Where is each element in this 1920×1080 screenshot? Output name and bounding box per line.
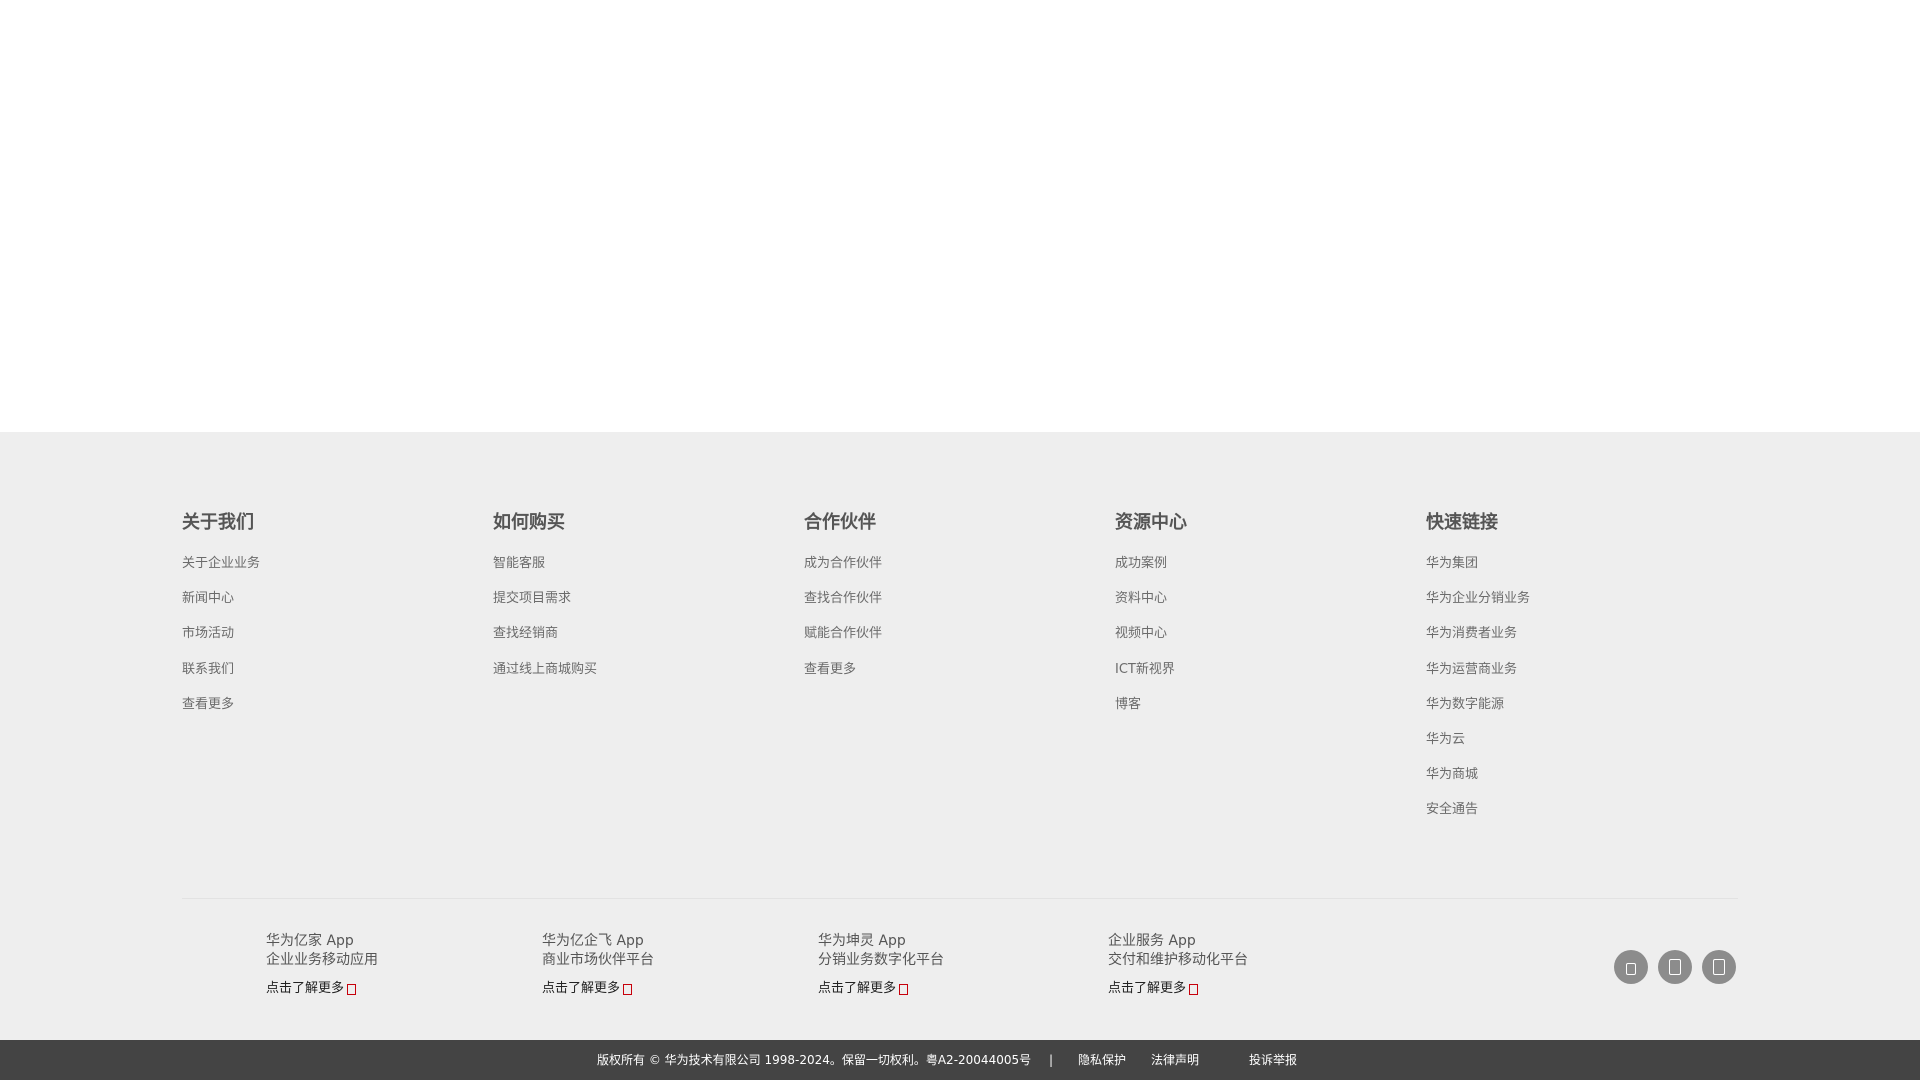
footer-link[interactable]: 博客 bbox=[1115, 695, 1415, 730]
separator: | bbox=[1049, 1053, 1054, 1067]
app-description: 商业市场伙伴平台 bbox=[542, 952, 654, 968]
mobile-icon[interactable] bbox=[1702, 950, 1736, 984]
learn-more-link[interactable]: 点击了解更多 bbox=[1108, 980, 1199, 998]
footer-link[interactable]: 华为企业分销业务 bbox=[1426, 589, 1726, 624]
footer-link[interactable]: 查看更多 bbox=[804, 660, 1104, 695]
footer-link[interactable]: 关于企业业务 bbox=[182, 554, 482, 589]
footer-link[interactable]: 安全通告 bbox=[1426, 800, 1726, 835]
learn-more-label: 点击了解更多 bbox=[1108, 981, 1187, 996]
footer-link[interactable]: 赋能合作伙伴 bbox=[804, 624, 1104, 659]
footer-column-resources: 资源中心 成功案例 资料中心 视频中心 ICT新视界 博客 bbox=[1115, 510, 1415, 730]
weibo-icon[interactable] bbox=[1658, 950, 1692, 984]
footer-link[interactable]: 华为云 bbox=[1426, 730, 1726, 765]
app-description: 分销业务数字化平台 bbox=[818, 952, 944, 968]
learn-more-link[interactable]: 点击了解更多 bbox=[266, 980, 357, 998]
wechat-icon[interactable] bbox=[1614, 950, 1648, 984]
footer-column-quick-links: 快速链接 华为集团 华为企业分销业务 华为消费者业务 华为运营商业务 华为数字能… bbox=[1426, 510, 1726, 836]
footer-divider bbox=[182, 898, 1738, 899]
footer-link[interactable]: 华为数字能源 bbox=[1426, 695, 1726, 730]
arrow-right-icon bbox=[899, 983, 909, 995]
learn-more-label: 点击了解更多 bbox=[818, 981, 897, 996]
app-name: 企业服务 App bbox=[1108, 933, 1196, 949]
footer-link[interactable]: 成为合作伙伴 bbox=[804, 554, 1104, 589]
learn-more-label: 点击了解更多 bbox=[542, 981, 621, 996]
copyright-text: 版权所有 © 华为技术有限公司 1998-2024。保留一切权利。粤A2-200… bbox=[597, 1053, 1032, 1067]
column-title: 资源中心 bbox=[1115, 512, 1187, 533]
footer-link[interactable]: 华为运营商业务 bbox=[1426, 660, 1726, 695]
app-promo-kunling: 华为坤灵 App 分销业务数字化平台 点击了解更多 bbox=[818, 932, 1098, 998]
app-description: 企业业务移动应用 bbox=[266, 952, 378, 968]
footer-column-buy: 如何购买 智能客服 提交项目需求 查找经销商 通过线上商城购买 bbox=[493, 510, 793, 695]
social-links bbox=[1614, 950, 1738, 986]
footer-link[interactable]: 视频中心 bbox=[1115, 624, 1415, 659]
footer-link[interactable]: 联系我们 bbox=[182, 660, 482, 695]
learn-more-link[interactable]: 点击了解更多 bbox=[818, 980, 909, 998]
footer-link[interactable]: 资料中心 bbox=[1115, 589, 1415, 624]
footer-link[interactable]: 提交项目需求 bbox=[493, 589, 793, 624]
arrow-right-icon bbox=[623, 983, 633, 995]
learn-more-link[interactable]: 点击了解更多 bbox=[542, 980, 633, 998]
footer-link[interactable]: 查看更多 bbox=[182, 695, 482, 730]
app-name: 华为亿家 App bbox=[266, 933, 354, 949]
app-name: 华为亿企飞 App bbox=[542, 933, 644, 949]
arrow-right-icon bbox=[347, 983, 357, 995]
column-title: 合作伙伴 bbox=[804, 512, 876, 533]
site-footer: 关于我们 关于企业业务 新闻中心 市场活动 联系我们 查看更多 如何购买 智能客… bbox=[0, 432, 1920, 1040]
footer-link[interactable]: 通过线上商城购买 bbox=[493, 660, 793, 695]
app-promo-enterprise-service: 企业服务 App 交付和维护移动化平台 点击了解更多 bbox=[1108, 932, 1388, 998]
column-title: 快速链接 bbox=[1426, 512, 1498, 533]
column-title: 关于我们 bbox=[182, 512, 254, 533]
footer-link[interactable]: 查找经销商 bbox=[493, 624, 793, 659]
app-description: 交付和维护移动化平台 bbox=[1108, 952, 1248, 968]
footer-link[interactable]: ICT新视界 bbox=[1115, 660, 1415, 695]
footer-link[interactable]: 查找合作伙伴 bbox=[804, 589, 1104, 624]
app-promo-yijia: 华为亿家 App 企业业务移动应用 点击了解更多 bbox=[266, 932, 546, 998]
footer-column-about: 关于我们 关于企业业务 新闻中心 市场活动 联系我们 查看更多 bbox=[182, 510, 482, 730]
learn-more-label: 点击了解更多 bbox=[266, 981, 345, 996]
content-area bbox=[0, 0, 1920, 432]
footer-column-partners: 合作伙伴 成为合作伙伴 查找合作伙伴 赋能合作伙伴 查看更多 bbox=[804, 510, 1104, 695]
copyright-bar: 版权所有 © 华为技术有限公司 1998-2024。保留一切权利。粤A2-200… bbox=[0, 1040, 1920, 1080]
report-link[interactable]: 投诉举报 bbox=[1249, 1040, 1297, 1080]
app-promo-yiqifei: 华为亿企飞 App 商业市场伙伴平台 点击了解更多 bbox=[542, 932, 822, 998]
footer-link[interactable]: 成功案例 bbox=[1115, 554, 1415, 589]
footer-link[interactable]: 华为集团 bbox=[1426, 554, 1726, 589]
footer-link[interactable]: 华为商城 bbox=[1426, 765, 1726, 800]
arrow-right-icon bbox=[1189, 983, 1199, 995]
legal-notice-link[interactable]: 法律声明 bbox=[1151, 1040, 1199, 1080]
footer-link[interactable]: 新闻中心 bbox=[182, 589, 482, 624]
footer-link[interactable]: 华为消费者业务 bbox=[1426, 624, 1726, 659]
footer-link[interactable]: 市场活动 bbox=[182, 624, 482, 659]
page: 关于我们 关于企业业务 新闻中心 市场活动 联系我们 查看更多 如何购买 智能客… bbox=[0, 0, 1920, 1080]
privacy-link[interactable]: 隐私保护 bbox=[1078, 1040, 1126, 1080]
column-title: 如何购买 bbox=[493, 512, 565, 533]
footer-link[interactable]: 智能客服 bbox=[493, 554, 793, 589]
app-name: 华为坤灵 App bbox=[818, 933, 906, 949]
footer-columns: 关于我们 关于企业业务 新闻中心 市场活动 联系我们 查看更多 如何购买 智能客… bbox=[182, 510, 1738, 850]
